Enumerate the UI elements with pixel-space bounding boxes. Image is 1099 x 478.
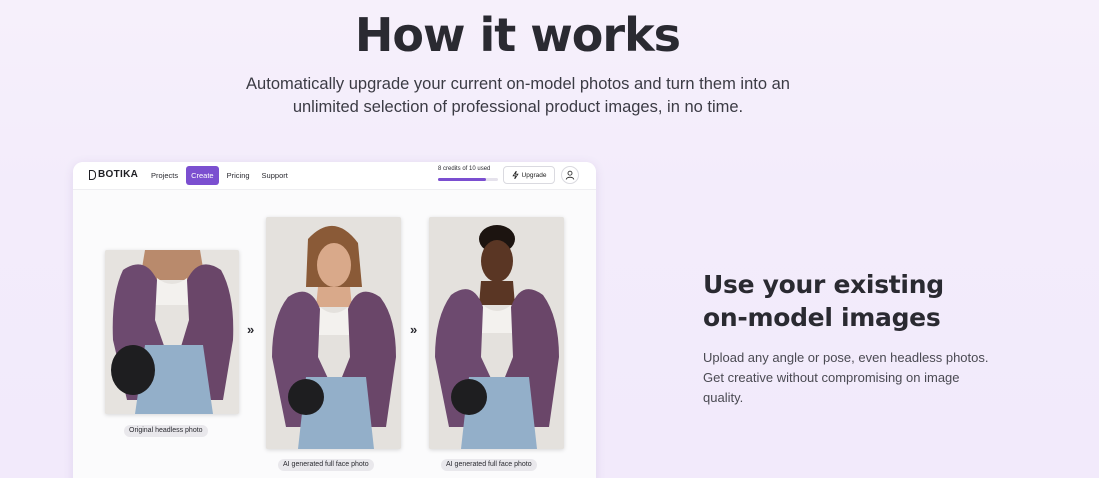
credits-progress-fill: [438, 178, 486, 181]
nav-create[interactable]: Create: [186, 166, 219, 185]
generated-photo-1: [266, 217, 401, 449]
credits-meter: 8 credits of 10 used: [438, 166, 498, 181]
nav-pricing[interactable]: Pricing: [223, 166, 254, 185]
app-logo[interactable]: BOTIKA: [89, 169, 138, 180]
step-caption-1: Original headless photo: [124, 425, 208, 437]
step-arrow-icon: »: [247, 322, 255, 337]
app-topbar: BOTIKA Projects Create Pricing Support 8…: [73, 162, 596, 190]
step-arrow-icon: »: [410, 322, 418, 337]
credits-progress-bar: [438, 178, 498, 181]
generated-photo-2: [429, 217, 564, 449]
section-title: How it works: [354, 8, 681, 62]
section-subtitle: Automatically upgrade your current on-mo…: [246, 75, 790, 116]
upgrade-label: Upgrade: [521, 171, 547, 179]
logo-icon: [89, 169, 96, 180]
user-icon: [565, 170, 575, 180]
feature-title: Use your existing on-model images: [703, 270, 944, 332]
app-nav: Projects Create Pricing Support: [147, 166, 292, 185]
lightning-icon: [511, 171, 519, 179]
step-caption-3: AI generated full face photo: [441, 459, 537, 471]
user-avatar-button[interactable]: [561, 166, 579, 184]
person-photo-icon: [266, 217, 401, 449]
original-photo: [105, 250, 239, 414]
app-preview-card: BOTIKA Projects Create Pricing Support 8…: [73, 162, 596, 478]
upgrade-button[interactable]: Upgrade: [503, 166, 555, 184]
person-headless-photo-icon: [105, 250, 239, 414]
logo-text: BOTIKA: [98, 169, 139, 180]
feature-description: Upload any angle or pose, even headless …: [703, 350, 989, 405]
credits-text: 8 credits of 10 used: [438, 166, 491, 172]
person-photo-icon: [429, 217, 564, 449]
step-caption-2: AI generated full face photo: [278, 459, 374, 471]
nav-projects[interactable]: Projects: [147, 166, 182, 185]
nav-support[interactable]: Support: [258, 166, 292, 185]
